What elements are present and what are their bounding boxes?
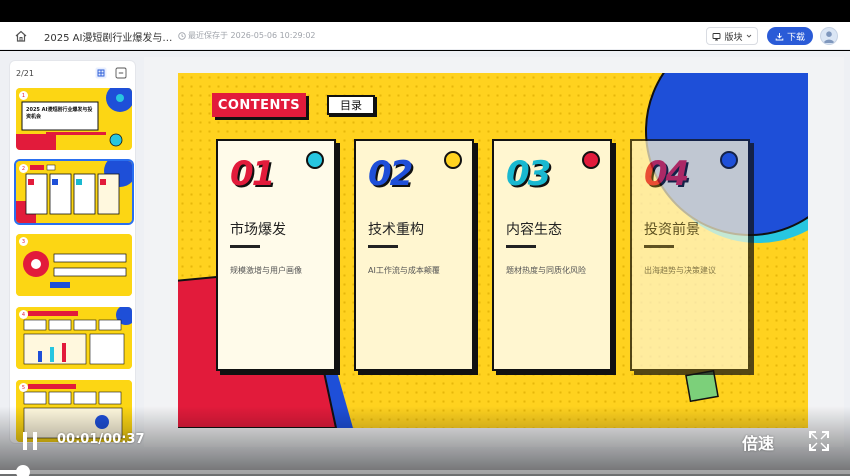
thumbnail-number: 1 [19, 91, 28, 100]
thumbnail-preview [16, 234, 132, 296]
toc-card-number: 01 [230, 154, 275, 194]
download-button[interactable]: 下载 [767, 27, 813, 45]
slide-thumbnail-1[interactable]: 1 2025 AI漫短剧行业爆发与投资机会 [16, 88, 132, 150]
app-bar: 2025 AI漫短剧行业爆发与… 最近保存于 2026-05-06 10:29:… [0, 22, 850, 50]
toc-card-2[interactable]: 02 技术重构 AI工作流与成本颠覆 [354, 139, 474, 371]
avatar-icon [823, 31, 835, 43]
toc-card-dot [306, 151, 324, 169]
toc-card-dot [444, 151, 462, 169]
grid-view-icon[interactable] [95, 67, 107, 79]
toc-card-title: 市场爆发 [230, 222, 286, 238]
toc-card-number: 04 [644, 154, 689, 194]
pause-icon[interactable] [20, 430, 40, 452]
theme-icon [713, 32, 721, 40]
progress-bar[interactable] [0, 465, 850, 476]
slide-thumbnail-3[interactable]: 3 [16, 234, 132, 296]
app-root: 2025 AI漫短剧行业爆发与… 最近保存于 2026-05-06 10:29:… [0, 0, 850, 476]
toc-card-divider [368, 245, 398, 248]
toc-card-divider [644, 245, 674, 248]
slide-canvas: CONTENTS 目录 01 市场爆发 规模激增与用户画像 02 技术重构 AI… [144, 57, 844, 447]
playback-time: 00:01/00:37 [57, 432, 145, 447]
user-avatar[interactable] [820, 27, 838, 45]
thumbnail-number: 4 [19, 310, 28, 319]
toc-card-subtitle: 出海趋势与决策建议 [644, 266, 716, 275]
thumbnail-title: 2025 AI漫短剧行业爆发与投资机会 [26, 107, 93, 120]
toc-card-4[interactable]: 04 投资前景 出海趋势与决策建议 [630, 139, 750, 371]
toc-card-divider [506, 245, 536, 248]
thumbnail-preview [16, 307, 132, 369]
slide-thumbnail-4[interactable]: 4 [16, 307, 132, 369]
thumbnail-preview [16, 161, 132, 223]
toc-card-subtitle: 规模激增与用户画像 [230, 266, 302, 275]
theme-button[interactable]: 版块 [706, 27, 758, 45]
page-counter: 2/21 [16, 69, 34, 78]
toc-card-1[interactable]: 01 市场爆发 规模激增与用户画像 [216, 139, 336, 371]
toc-card-title: 技术重构 [368, 222, 424, 238]
clock-icon [178, 31, 186, 40]
home-icon[interactable] [14, 29, 28, 43]
slide-2[interactable]: CONTENTS 目录 01 市场爆发 规模激增与用户画像 02 技术重构 AI… [178, 73, 808, 428]
collapse-icon[interactable] [115, 67, 127, 79]
toc-card-divider [230, 245, 260, 248]
contents-badge: CONTENTS [212, 93, 306, 117]
save-status: 最近保存于 2026-05-06 10:29:02 [178, 30, 316, 41]
catalog-badge: 目录 [327, 95, 375, 115]
download-button-label: 下载 [786, 32, 805, 43]
slide-thumbnail-2[interactable]: 2 [16, 161, 132, 223]
toc-card-subtitle: AI工作流与成本颠覆 [368, 266, 440, 275]
progress-knob[interactable] [15, 465, 30, 476]
document-title[interactable]: 2025 AI漫短剧行业爆发与… [44, 29, 172, 44]
save-status-text: 最近保存于 2026-05-06 10:29:02 [188, 31, 316, 40]
toc-card-number: 02 [368, 154, 413, 194]
slide-thumbnail-panel: 2/21 1 2025 AI漫短剧行业爆发与投资机会 2 3 4 5 [9, 60, 136, 444]
thumbnail-number: 3 [19, 237, 28, 246]
toc-card-3[interactable]: 03 内容生态 题材热度与同质化风险 [492, 139, 612, 371]
toc-card-dot [582, 151, 600, 169]
theme-button-label: 版块 [724, 32, 743, 43]
toc-card-title: 投资前景 [644, 222, 700, 238]
fullscreen-icon[interactable] [808, 430, 830, 452]
toc-card-title: 内容生态 [506, 222, 562, 238]
toc-card-dot [720, 151, 738, 169]
download-icon [775, 32, 784, 40]
thumbnail-number: 2 [19, 164, 28, 173]
playback-speed-button[interactable]: 倍速 [742, 430, 774, 454]
toc-card-number: 03 [506, 154, 551, 194]
thumbnail-number: 5 [19, 383, 28, 392]
chevron-down-icon [746, 34, 751, 38]
toc-card-subtitle: 题材热度与同质化风险 [506, 266, 586, 275]
